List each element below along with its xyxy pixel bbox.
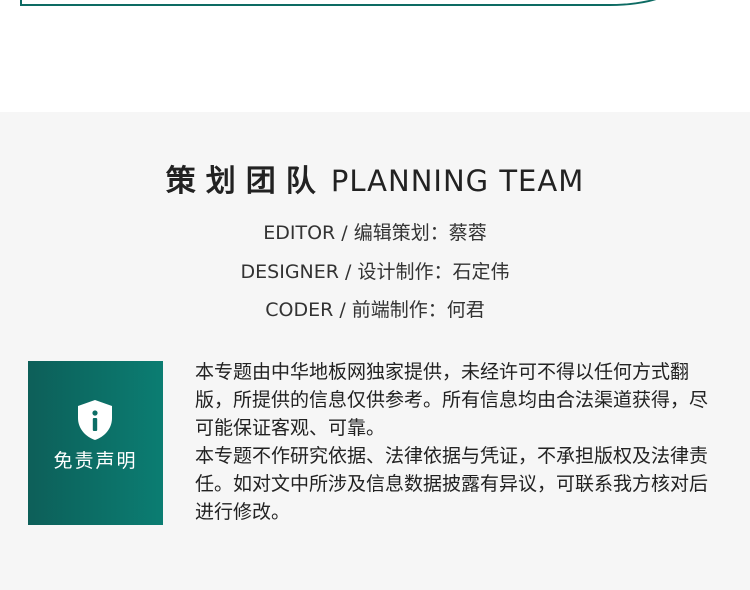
disclaimer-paragraph-1: 本专题由中华地板网独家提供，未经许可不得以任何方式翻版，所提供的信息仅供参考。所… [195, 361, 709, 439]
planning-team-title: 策划团队 PLANNING TEAM [0, 156, 750, 200]
credits-section: 策划团队 PLANNING TEAM EDITOR / 编辑策划：蔡蓉 DESI… [0, 112, 750, 590]
planning-team-title-cn: 策划团队 [165, 164, 326, 199]
disclaimer-text: 本专题由中华地板网独家提供，未经许可不得以任何方式翻版，所提供的信息仅供参考。所… [195, 358, 723, 526]
disclaimer-paragraph-2: 本专题不作研究依据、法律依据与凭证，不承担版权及法律责任。如对文中所涉及信息数据… [195, 445, 709, 523]
top-area [0, 0, 750, 112]
disclaimer-label: 免责声明 [53, 450, 138, 472]
top-frame-border [20, 0, 680, 6]
credit-coder: CODER / 前端制作：何君 [265, 299, 485, 321]
planning-team-title-en: PLANNING TEAM [330, 164, 585, 198]
credit-designer: DESIGNER / 设计制作：石定伟 [240, 261, 510, 283]
credit-editor: EDITOR / 编辑策划：蔡蓉 [263, 222, 487, 244]
shield-info-icon [78, 400, 112, 440]
disclaimer-card: 免责声明 [28, 361, 163, 525]
